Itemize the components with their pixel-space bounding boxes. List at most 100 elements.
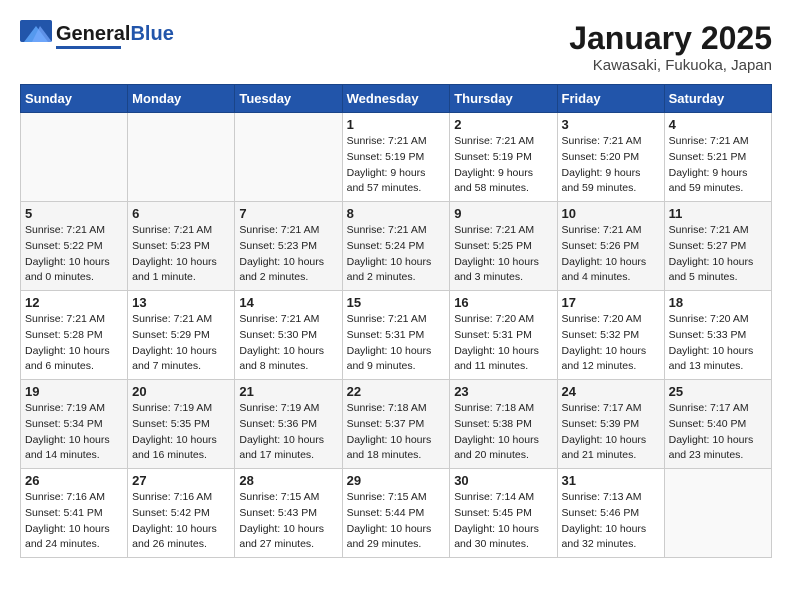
logo-underline [56,46,121,49]
day-info: Sunrise: 7:19 AMSunset: 5:35 PMDaylight:… [132,401,230,464]
day-header-monday: Monday [128,85,235,113]
calendar-table: SundayMondayTuesdayWednesdayThursdayFrid… [20,84,772,558]
day-number: 2 [454,117,552,132]
calendar-cell: 19Sunrise: 7:19 AMSunset: 5:34 PMDayligh… [21,380,128,469]
calendar-cell [128,113,235,202]
day-info: Sunrise: 7:18 AMSunset: 5:37 PMDaylight:… [347,401,446,464]
calendar-cell [664,469,771,558]
calendar-cell: 22Sunrise: 7:18 AMSunset: 5:37 PMDayligh… [342,380,450,469]
calendar-cell: 21 Sunrise: 7:19 AMSunset: 5:36 PMDayligh… [235,380,342,469]
calendar-cell: 26 Sunrise: 7:16 AMSunset: 5:41 PMDayligh… [21,469,128,558]
calendar-week-row: 1 Sunrise: 7:21 AMSunset: 5:19 PMDaylight… [21,113,772,202]
day-number: 27 [132,473,230,488]
day-number: 1 [347,117,446,132]
day-header-sunday: Sunday [21,85,128,113]
day-number: 5 [25,206,123,221]
day-info: Sunrise: 7:21 AMSunset: 5:29 PMDaylight:… [132,312,230,375]
day-number: 10 [562,206,660,221]
day-info: Sunrise: 7:21 AMSunset: 5:22 PMDaylight:… [25,223,123,286]
day-header-saturday: Saturday [664,85,771,113]
calendar-cell: 2 Sunrise: 7:21 AMSunset: 5:19 PMDaylight… [450,113,557,202]
day-info: Sunrise: 7:21 AMSunset: 5:23 PMDaylight:… [132,223,230,286]
calendar-cell: 23 Sunrise: 7:18 AMSunset: 5:38 PMDayligh… [450,380,557,469]
day-info: Sunrise: 7:20 AMSunset: 5:32 PMDaylight:… [562,312,660,375]
day-info: Sunrise: 7:20 AMSunset: 5:33 PMDaylight:… [669,312,767,375]
calendar-cell: 27 Sunrise: 7:16 AMSunset: 5:42 PMDayligh… [128,469,235,558]
calendar-cell: 17Sunrise: 7:20 AMSunset: 5:32 PMDayligh… [557,291,664,380]
day-info: Sunrise: 7:18 AMSunset: 5:38 PMDaylight:… [454,401,552,464]
calendar-cell: 12 Sunrise: 7:21 AMSunset: 5:28 PMDayligh… [21,291,128,380]
day-number: 26 [25,473,123,488]
day-number: 23 [454,384,552,399]
calendar-cell: 10 Sunrise: 7:21 AMSunset: 5:26 PMDayligh… [557,202,664,291]
logo-icon [20,20,52,52]
day-number: 3 [562,117,660,132]
day-number: 29 [347,473,446,488]
day-info: Sunrise: 7:20 AMSunset: 5:31 PMDaylight:… [454,312,552,375]
header: GeneralBlue January 2025 Kawasaki, Fukuo… [20,20,772,74]
day-number: 6 [132,206,230,221]
day-info: Sunrise: 7:21 AMSunset: 5:26 PMDaylight:… [562,223,660,286]
day-number: 13 [132,295,230,310]
day-info: Sunrise: 7:15 AMSunset: 5:43 PMDaylight:… [239,490,337,553]
location: Kawasaki, Fukuoka, Japan [569,57,772,74]
day-info: Sunrise: 7:21 AMSunset: 5:19 PMDaylight:… [454,134,552,197]
calendar-cell: 4 Sunrise: 7:21 AMSunset: 5:21 PMDaylight… [664,113,771,202]
calendar-cell: 11Sunrise: 7:21 AMSunset: 5:27 PMDayligh… [664,202,771,291]
day-info: Sunrise: 7:21 AMSunset: 5:24 PMDaylight:… [347,223,446,286]
logo-general-text: GeneralBlue [56,23,174,46]
day-number: 28 [239,473,337,488]
day-info: Sunrise: 7:19 AMSunset: 5:36 PMDaylight:… [239,401,337,464]
day-number: 8 [347,206,446,221]
day-info: Sunrise: 7:16 AMSunset: 5:42 PMDaylight:… [132,490,230,553]
day-number: 12 [25,295,123,310]
day-number: 21 [239,384,337,399]
calendar-cell: 3Sunrise: 7:21 AMSunset: 5:20 PMDaylight… [557,113,664,202]
calendar-cell: 20Sunrise: 7:19 AMSunset: 5:35 PMDayligh… [128,380,235,469]
day-header-friday: Friday [557,85,664,113]
day-info: Sunrise: 7:21 AMSunset: 5:27 PMDaylight:… [669,223,767,286]
day-info: Sunrise: 7:15 AMSunset: 5:44 PMDaylight:… [347,490,446,553]
day-number: 7 [239,206,337,221]
day-number: 25 [669,384,767,399]
day-info: Sunrise: 7:13 AMSunset: 5:46 PMDaylight:… [562,490,660,553]
calendar-cell: 24Sunrise: 7:17 AMSunset: 5:39 PMDayligh… [557,380,664,469]
day-number: 30 [454,473,552,488]
day-number: 31 [562,473,660,488]
month-title: January 2025 [569,20,772,57]
calendar-cell: 6 Sunrise: 7:21 AMSunset: 5:23 PMDaylight… [128,202,235,291]
day-header-thursday: Thursday [450,85,557,113]
calendar-cell: 9 Sunrise: 7:21 AMSunset: 5:25 PMDaylight… [450,202,557,291]
day-number: 9 [454,206,552,221]
calendar-cell [235,113,342,202]
day-info: Sunrise: 7:17 AMSunset: 5:40 PMDaylight:… [669,401,767,464]
day-info: Sunrise: 7:14 AMSunset: 5:45 PMDaylight:… [454,490,552,553]
calendar-cell: 13 Sunrise: 7:21 AMSunset: 5:29 PMDayligh… [128,291,235,380]
calendar-week-row: 5 Sunrise: 7:21 AMSunset: 5:22 PMDaylight… [21,202,772,291]
day-number: 24 [562,384,660,399]
calendar-week-row: 19Sunrise: 7:19 AMSunset: 5:34 PMDayligh… [21,380,772,469]
calendar-cell: 7 Sunrise: 7:21 AMSunset: 5:23 PMDaylight… [235,202,342,291]
day-number: 15 [347,295,446,310]
calendar-cell: 29 Sunrise: 7:15 AMSunset: 5:44 PMDayligh… [342,469,450,558]
day-info: Sunrise: 7:21 AMSunset: 5:19 PMDaylight:… [347,134,446,197]
day-info: Sunrise: 7:21 AMSunset: 5:25 PMDaylight:… [454,223,552,286]
day-info: Sunrise: 7:21 AMSunset: 5:21 PMDaylight:… [669,134,767,197]
day-info: Sunrise: 7:16 AMSunset: 5:41 PMDaylight:… [25,490,123,553]
day-header-wednesday: Wednesday [342,85,450,113]
day-info: Sunrise: 7:21 AMSunset: 5:28 PMDaylight:… [25,312,123,375]
calendar-cell: 25 Sunrise: 7:17 AMSunset: 5:40 PMDayligh… [664,380,771,469]
calendar-cell: 1 Sunrise: 7:21 AMSunset: 5:19 PMDaylight… [342,113,450,202]
day-header-tuesday: Tuesday [235,85,342,113]
logo: GeneralBlue [20,20,174,52]
day-info: Sunrise: 7:21 AMSunset: 5:31 PMDaylight:… [347,312,446,375]
calendar-header-row: SundayMondayTuesdayWednesdayThursdayFrid… [21,85,772,113]
calendar-week-row: 26 Sunrise: 7:16 AMSunset: 5:41 PMDayligh… [21,469,772,558]
day-info: Sunrise: 7:21 AMSunset: 5:23 PMDaylight:… [239,223,337,286]
calendar-cell: 16Sunrise: 7:20 AMSunset: 5:31 PMDayligh… [450,291,557,380]
calendar-cell [21,113,128,202]
calendar-cell: 8 Sunrise: 7:21 AMSunset: 5:24 PMDaylight… [342,202,450,291]
title-area: January 2025 Kawasaki, Fukuoka, Japan [569,20,772,74]
day-number: 18 [669,295,767,310]
day-number: 4 [669,117,767,132]
